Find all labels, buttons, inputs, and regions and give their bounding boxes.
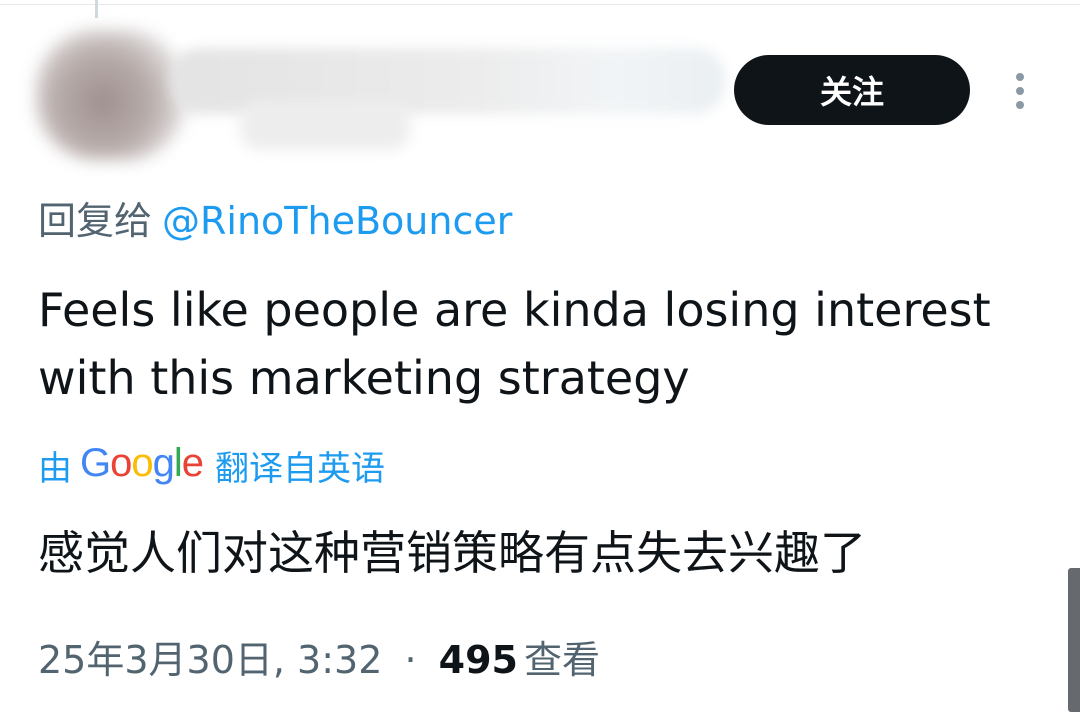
translation-attribution[interactable]: 由 Google 翻译自英语 (38, 440, 385, 490)
avatar[interactable] (36, 30, 186, 160)
meta-separator: · (404, 638, 417, 682)
translation-suffix: 翻译自英语 (215, 448, 386, 489)
author-handle-redacted (240, 100, 410, 150)
more-dot (1016, 73, 1024, 81)
google-logo-letter: G (80, 440, 111, 485)
thread-connector-line (95, 0, 98, 18)
more-dot (1016, 101, 1024, 109)
scrollbar-thumb[interactable] (1068, 568, 1080, 712)
timestamp[interactable]: 25年3月30日, 3:32 (38, 638, 382, 682)
reply-prefix: 回复给 (38, 199, 153, 243)
tweet-meta: 25年3月30日, 3:32 · 495 查看 (38, 634, 600, 686)
reply-to-line: 回复给 @RinoTheBouncer (38, 196, 512, 246)
top-divider (0, 4, 1080, 5)
reply-mention-link[interactable]: @RinoTheBouncer (162, 199, 512, 243)
google-logo: Google (80, 440, 204, 486)
tweet-text: Feels like people are kinda losing inter… (38, 283, 991, 405)
more-icon[interactable] (1004, 66, 1036, 116)
more-dot (1016, 87, 1024, 95)
views-label: 查看 (524, 638, 601, 682)
translated-text: 感觉人们对这种营销策略有点失去兴趣了 (38, 526, 866, 580)
translation-prefix: 由 (38, 448, 72, 489)
google-logo-letter: g (152, 440, 175, 485)
google-logo-letter: l (173, 440, 183, 485)
google-logo-letter: o (131, 440, 153, 485)
google-logo-letter: o (110, 440, 132, 485)
google-logo-letter: e (181, 440, 204, 485)
views-count: 495 (438, 638, 518, 682)
follow-button[interactable]: 关注 (734, 55, 970, 125)
